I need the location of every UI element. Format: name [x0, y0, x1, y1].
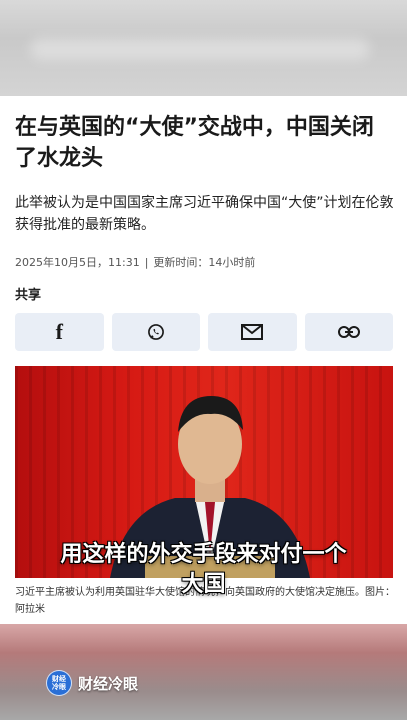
- whatsapp-icon: [147, 324, 164, 340]
- article-meta: 2025年10月5日，11:31 | 更新时间：14小时前: [15, 254, 395, 270]
- subtitle-line-2: 大国: [181, 572, 226, 597]
- publish-date: 2025年10月5日，11:31: [15, 256, 140, 269]
- facebook-icon: f: [55, 319, 63, 344]
- article-summary: 此举被认为是中国国家主席习近平确保中国“大使”计划在伦敦获得批准的最新策略。: [15, 195, 394, 233]
- copy-link-button[interactable]: [304, 313, 393, 351]
- subtitle-line-1: 用这样的外交手段来对付一个: [60, 542, 347, 567]
- channel-watermark: 财经 冷眼 财经冷眼: [46, 670, 138, 696]
- video-subtitle: 用这样的外交手段来对付一个 大国: [0, 540, 407, 600]
- channel-name: 财经冷眼: [78, 674, 139, 693]
- share-buttons: f: [15, 313, 393, 351]
- share-facebook-button[interactable]: f: [15, 313, 104, 351]
- meta-separator: |: [144, 256, 149, 269]
- top-blur-area: [0, 0, 407, 96]
- email-icon: [241, 324, 264, 340]
- share-label: 共享: [15, 288, 42, 303]
- channel-logo-icon: 财经 冷眼: [46, 670, 72, 696]
- link-icon: [337, 326, 360, 338]
- share-whatsapp-button[interactable]: [111, 313, 200, 351]
- article-headline: 在与英国的“大使”交战中，中国关闭了水龙头: [15, 115, 374, 171]
- update-time: 更新时间：14小时前: [153, 256, 256, 269]
- share-email-button[interactable]: [208, 313, 297, 351]
